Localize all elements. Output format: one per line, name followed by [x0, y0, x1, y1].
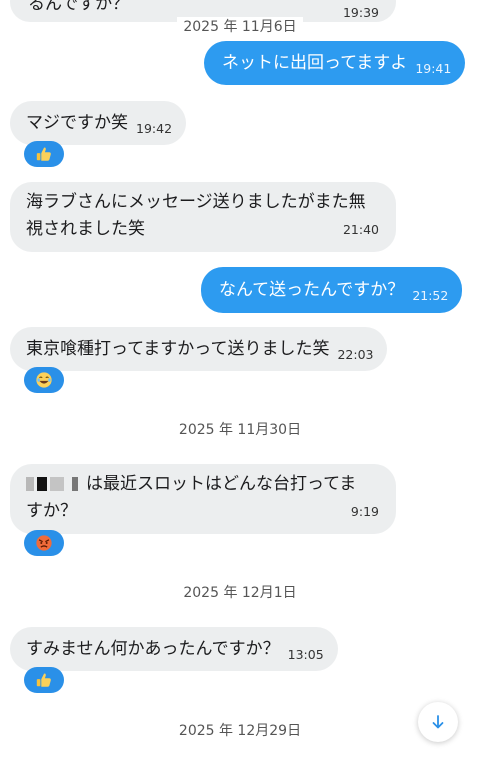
message-time: 19:42 — [136, 120, 173, 136]
arrow-down-icon — [432, 715, 444, 729]
message-incoming[interactable]: 海ラブさんにメッセージ送りましたがまた無 視されました笑 21:40 — [10, 182, 396, 252]
message-text: るんですか？ — [28, 0, 130, 14]
chat-screen: るんですか？ 19:39 2025 年 11月6日 ネットに出回ってますよ 19… — [0, 0, 480, 764]
date-separator: 2025 年 11月6日 — [0, 16, 480, 37]
date-label: 2025 年 12月29日 — [172, 721, 308, 741]
date-separator: 2025 年 12月1日 — [0, 582, 480, 603]
scroll-to-bottom-button[interactable] — [418, 702, 458, 742]
message-time: 21:52 — [412, 287, 449, 303]
message-time: 21:40 — [342, 222, 379, 237]
reaction-laughing[interactable] — [24, 367, 64, 393]
redacted-name-block — [72, 477, 78, 491]
message-incoming[interactable]: 東京喰種打ってますかって送りました笑 22:03 — [10, 327, 388, 371]
message-text-line2: 視されました笑 — [26, 219, 145, 239]
date-label: 2025 年 11月6日 — [177, 17, 303, 37]
message-text: なんて送ったんですか？ — [219, 279, 405, 300]
message-text-line2: すか？ — [26, 501, 77, 521]
message-text: 海ラブさんにメッセージ送りましたがまた無 — [26, 192, 366, 212]
message-incoming[interactable]: は最近スロットはどんな台打ってま すか？ 9:19 — [10, 464, 396, 534]
date-separator: 2025 年 11月30日 — [0, 419, 480, 440]
message-text: は最近スロットはどんな台打ってま — [86, 474, 357, 494]
message-incoming[interactable]: マジですか笑 19:42 — [10, 101, 187, 145]
laughing-face-icon — [36, 372, 52, 388]
date-label: 2025 年 12月1日 — [177, 583, 303, 603]
thumbs-up-icon — [36, 673, 51, 687]
message-outgoing[interactable]: なんて送ったんですか？ 21:52 — [201, 267, 463, 313]
message-incoming[interactable]: すみません何かあったんですか？ 13:05 — [10, 627, 338, 671]
reaction-thumbs-up[interactable] — [24, 141, 64, 167]
message-text: ネットに出回ってますよ — [222, 52, 408, 73]
message-outgoing[interactable]: ネットに出回ってますよ 19:41 — [204, 41, 466, 85]
reaction-angry[interactable] — [24, 530, 64, 556]
thumbs-up-icon — [36, 147, 51, 161]
message-time: 9:19 — [350, 504, 379, 519]
reaction-thumbs-up[interactable] — [24, 667, 64, 693]
message-time: 19:41 — [415, 60, 452, 76]
date-label: 2025 年 11月30日 — [172, 420, 308, 440]
message-text-row: は最近スロットはどんな台打ってま — [26, 471, 382, 498]
redacted-name-block — [50, 477, 64, 491]
message-text: 東京喰種打ってますかって送りました笑 — [26, 338, 330, 359]
message-text: すみません何かあったんですか？ — [26, 638, 280, 659]
redacted-name-block — [26, 477, 34, 491]
redacted-name-block — [37, 477, 47, 491]
message-time: 22:03 — [337, 346, 374, 362]
message-text: マジですか笑 — [26, 112, 128, 133]
message-time: 13:05 — [287, 646, 324, 662]
date-separator: 2025 年 12月29日 — [0, 720, 480, 741]
angry-face-icon — [36, 535, 52, 551]
